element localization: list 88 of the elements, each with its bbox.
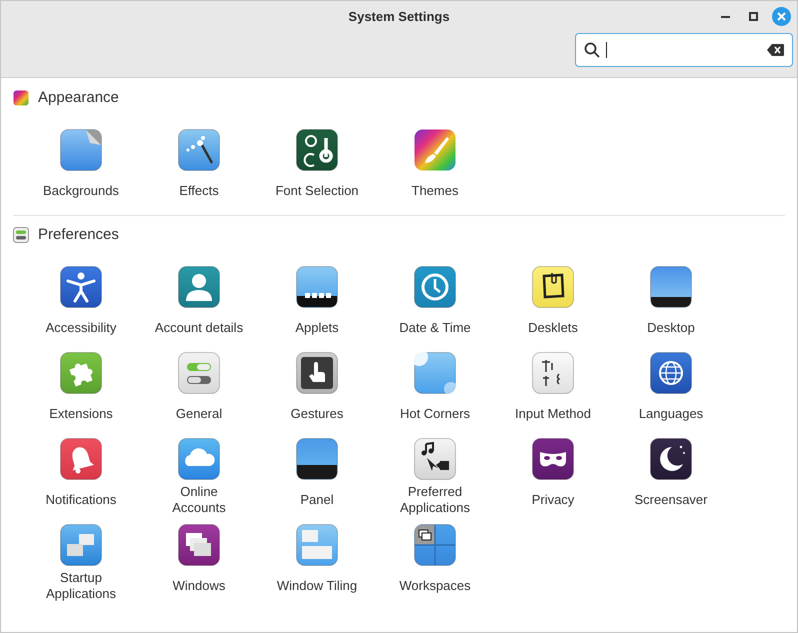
item-label: Applets xyxy=(295,320,339,336)
puzzle-icon xyxy=(60,352,102,394)
settings-item[interactable]: Account details xyxy=(140,266,258,352)
item-label: Workspaces xyxy=(399,578,471,594)
item-label: Input Method xyxy=(515,406,591,422)
close-button[interactable] xyxy=(772,7,791,26)
corners-icon xyxy=(414,352,456,394)
media-icon xyxy=(414,438,456,480)
settings-item[interactable]: Online Accounts xyxy=(140,438,258,524)
item-label: Window Tiling xyxy=(276,578,358,594)
item-label: Date & Time xyxy=(399,320,471,336)
settings-item[interactable]: Hot Corners xyxy=(376,352,494,438)
windows-icon xyxy=(60,524,102,566)
mask-icon xyxy=(532,438,574,480)
paintbrush-icon xyxy=(414,129,456,171)
section-title: Preferences xyxy=(38,224,119,245)
panel-icon xyxy=(296,266,338,308)
settings-item[interactable]: Font Selection xyxy=(258,129,376,215)
hand-icon xyxy=(296,352,338,394)
keycap-icon xyxy=(532,352,574,394)
item-label: Startup Applications xyxy=(44,570,118,602)
item-label: Font Selection xyxy=(275,183,359,199)
item-label: Screensaver xyxy=(634,492,708,508)
panel-icon xyxy=(296,438,338,480)
settings-item[interactable]: Themes xyxy=(376,129,494,215)
settings-item[interactable]: Desklets xyxy=(494,266,612,352)
item-label: Account details xyxy=(154,320,244,336)
settings-item[interactable]: General xyxy=(140,352,258,438)
toggles-icon xyxy=(178,352,220,394)
note-icon xyxy=(532,266,574,308)
item-label: Gestures xyxy=(290,406,344,422)
palette-icon xyxy=(13,90,29,106)
screen-icon xyxy=(650,266,692,308)
window-title: System Settings xyxy=(348,8,450,26)
settings-item[interactable]: Input Method xyxy=(494,352,612,438)
item-label: Privacy xyxy=(532,492,574,508)
grid-icon xyxy=(414,524,456,566)
search-field[interactable] xyxy=(575,33,793,67)
settings-item[interactable]: Extensions xyxy=(22,352,140,438)
settings-item[interactable]: Privacy xyxy=(494,438,612,524)
item-label: General xyxy=(176,406,222,422)
close-icon xyxy=(777,12,786,21)
item-label: Backgrounds xyxy=(43,183,119,199)
item-label: Online Accounts xyxy=(171,484,227,516)
settings-item[interactable]: Screensaver xyxy=(612,438,730,524)
bell-icon xyxy=(60,438,102,480)
clear-icon[interactable] xyxy=(767,44,784,56)
settings-item[interactable]: Startup Applications xyxy=(22,524,140,610)
item-label: Desktop xyxy=(647,320,695,336)
settings-item[interactable]: Notifications xyxy=(22,438,140,524)
user-icon xyxy=(178,266,220,308)
person-icon xyxy=(60,266,102,308)
search-icon xyxy=(584,42,600,58)
settings-item[interactable]: Applets xyxy=(258,266,376,352)
page-icon xyxy=(60,129,102,171)
item-label: Hot Corners xyxy=(400,406,470,422)
font-icon xyxy=(296,129,338,171)
moon-icon xyxy=(650,438,692,480)
item-label: Themes xyxy=(412,183,458,199)
wand-icon xyxy=(178,129,220,171)
settings-item[interactable]: Backgrounds xyxy=(22,129,140,215)
section-title: Appearance xyxy=(38,88,119,108)
settings-item[interactable]: Date & Time xyxy=(376,266,494,352)
globe-icon xyxy=(650,352,692,394)
settings-item[interactable]: Languages xyxy=(612,352,730,438)
item-label: Preferred Applications xyxy=(398,484,472,516)
settings-item[interactable]: Preferred Applications xyxy=(376,438,494,524)
item-label: Windows xyxy=(172,578,226,594)
item-label: Effects xyxy=(179,183,219,199)
item-label: Panel xyxy=(300,492,334,508)
toggles-icon xyxy=(13,227,29,243)
settings-item[interactable]: Effects xyxy=(140,129,258,215)
settings-item[interactable]: Panel xyxy=(258,438,376,524)
settings-item[interactable]: Desktop xyxy=(612,266,730,352)
item-label: Desklets xyxy=(528,320,578,336)
item-label: Languages xyxy=(638,406,704,422)
clock-icon xyxy=(414,266,456,308)
item-label: Accessibility xyxy=(46,320,116,336)
cloud-icon xyxy=(178,438,220,480)
settings-item[interactable]: Workspaces xyxy=(376,524,494,610)
settings-item[interactable]: Gestures xyxy=(258,352,376,438)
item-label: Extensions xyxy=(49,406,113,422)
settings-item[interactable]: Accessibility xyxy=(22,266,140,352)
settings-item[interactable]: Windows xyxy=(140,524,258,610)
stacked-windows-icon xyxy=(178,524,220,566)
tiles-icon xyxy=(296,524,338,566)
item-label: Notifications xyxy=(46,492,116,508)
settings-item[interactable]: Window Tiling xyxy=(258,524,376,610)
